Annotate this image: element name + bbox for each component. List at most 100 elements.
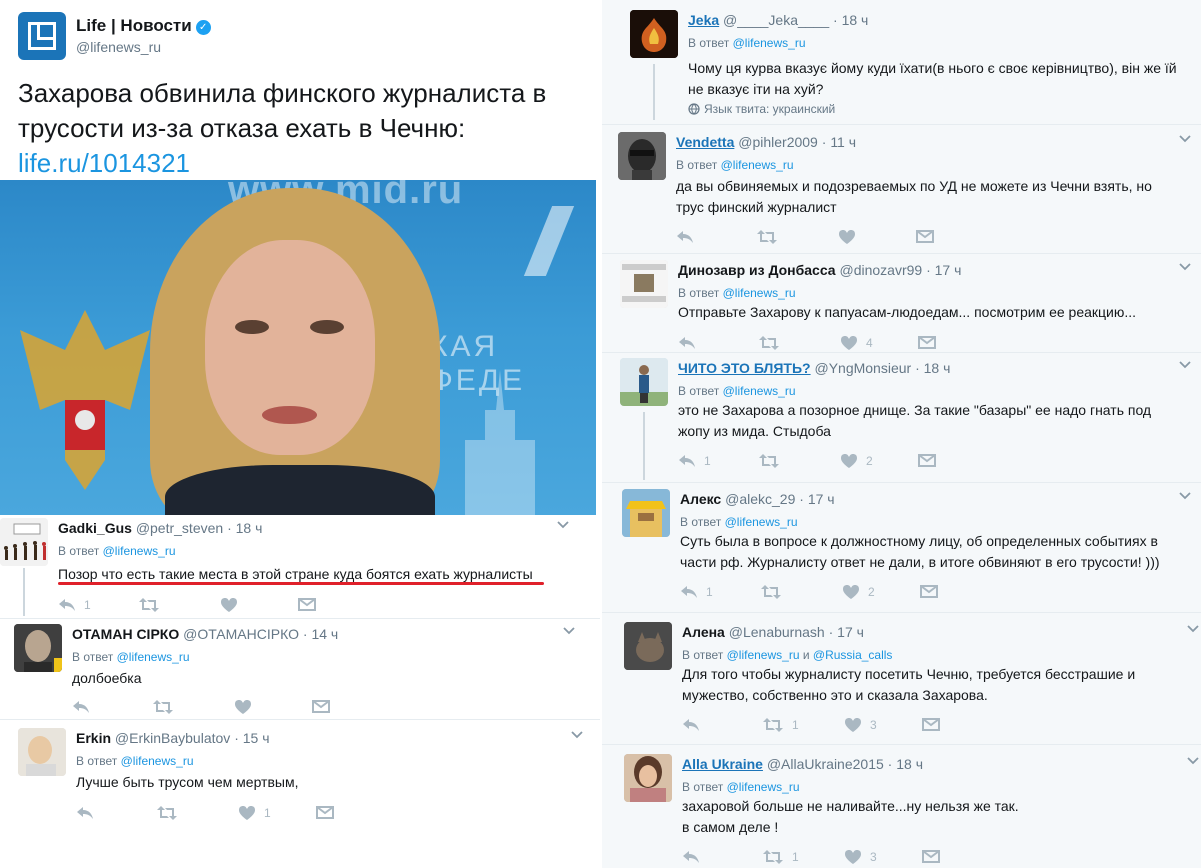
avatar[interactable]	[0, 518, 48, 566]
reply-tweet[interactable]: Динозавр из Донбасса @dinozavr99 · 17 ч …	[620, 260, 1192, 350]
chevron-down-icon[interactable]	[1186, 622, 1200, 636]
author-handle[interactable]: @ОТАМАНСІРКО	[183, 626, 299, 642]
tweet-time[interactable]: 17 ч	[808, 491, 835, 507]
reply-mention[interactable]: @lifenews_ru	[723, 286, 796, 300]
message-button[interactable]	[922, 846, 940, 866]
tweet-time[interactable]: 18 ч	[842, 12, 869, 28]
tweet-time[interactable]: 11 ч	[830, 134, 856, 150]
message-button[interactable]	[312, 696, 330, 716]
author-name[interactable]: ОТАМАН СІРКО	[72, 626, 179, 642]
main-author-handle[interactable]: @lifenews_ru	[76, 39, 161, 55]
retweet-button[interactable]: 1	[762, 846, 799, 866]
like-button[interactable]: 4	[840, 332, 873, 352]
reply-tweet[interactable]: Alla Ukraine @AllaUkraine2015 · 18 ч В о…	[624, 754, 1199, 866]
reply-tweet[interactable]: ОТАМАН СІРКО @ОТАМАНСІРКО · 14 ч В ответ…	[14, 624, 590, 716]
retweet-button[interactable]	[758, 332, 788, 352]
message-button[interactable]	[916, 226, 934, 246]
reply-tweet[interactable]: Erkin @ErkinBaybulatov · 15 ч В ответ @l…	[18, 728, 590, 828]
chevron-down-icon[interactable]	[1178, 132, 1192, 146]
message-button[interactable]	[316, 802, 334, 822]
author-handle[interactable]: @petr_steven	[136, 520, 223, 536]
author-handle[interactable]: @YngMonsieur	[814, 360, 911, 376]
author-handle[interactable]: @Lenaburnash	[729, 624, 825, 640]
like-button[interactable]	[838, 226, 864, 246]
author-name[interactable]: Jeka	[688, 12, 719, 28]
message-button[interactable]	[922, 714, 940, 734]
life-logo-avatar[interactable]	[18, 12, 66, 60]
retweet-button[interactable]	[138, 594, 168, 614]
avatar[interactable]	[624, 622, 672, 670]
author-name[interactable]: Gadki_Gus	[58, 520, 132, 536]
tweet-time[interactable]: 18 ч	[896, 756, 923, 772]
like-button[interactable]: 1	[238, 802, 271, 822]
chevron-down-icon[interactable]	[1186, 754, 1200, 768]
reply-button[interactable]: 1	[58, 594, 91, 614]
reply-tweet[interactable]: Jeka @____Jeka____ · 18 ч В ответ @lifen…	[630, 10, 1192, 125]
chevron-down-icon[interactable]	[570, 728, 584, 742]
main-tweet-link[interactable]: life.ru/1014321	[18, 148, 190, 178]
reply-mention[interactable]: @lifenews_ru	[721, 158, 794, 172]
author-name[interactable]: ЧИТО ЭТО БЛЯТЬ?	[678, 360, 811, 376]
tweet-time[interactable]: 15 ч	[243, 730, 270, 746]
reply-tweet[interactable]: Gadki_Gus @petr_steven · 18 ч В ответ @l…	[0, 518, 590, 618]
chevron-down-icon[interactable]	[556, 518, 570, 532]
author-name[interactable]: Алена	[682, 624, 725, 640]
reply-button[interactable]: 1	[680, 581, 713, 601]
avatar[interactable]	[624, 754, 672, 802]
chevron-down-icon[interactable]	[1178, 260, 1192, 274]
reply-mention[interactable]: @Russia_calls	[813, 648, 893, 662]
author-name[interactable]: Vendetta	[676, 134, 734, 150]
message-button[interactable]	[920, 581, 938, 601]
author-name[interactable]: Alla Ukraine	[682, 756, 763, 772]
reply-button[interactable]	[682, 714, 708, 734]
reply-button[interactable]	[72, 696, 98, 716]
author-name[interactable]: Erkin	[76, 730, 111, 746]
author-handle[interactable]: @____Jeka____	[723, 12, 829, 28]
reply-mention[interactable]: @lifenews_ru	[727, 780, 800, 794]
author-handle[interactable]: @pihler2009	[738, 134, 818, 150]
reply-tweet[interactable]: Алекс @alekc_29 · 17 ч В ответ @lifenews…	[622, 489, 1192, 607]
reply-tweet[interactable]: Алена @Lenaburnash · 17 ч В ответ @lifen…	[624, 622, 1199, 740]
avatar[interactable]	[622, 489, 670, 537]
author-handle[interactable]: @alekc_29	[725, 491, 795, 507]
reply-button[interactable]	[682, 846, 708, 866]
message-button[interactable]	[298, 594, 316, 614]
like-button[interactable]: 2	[840, 450, 873, 470]
avatar[interactable]	[620, 260, 668, 308]
avatar[interactable]	[18, 728, 66, 776]
retweet-button[interactable]	[760, 581, 790, 601]
main-author-name[interactable]: Life | Новости ✓	[76, 16, 211, 36]
reply-button[interactable]: 1	[678, 450, 711, 470]
tweet-time[interactable]: 17 ч	[837, 624, 864, 640]
tweet-language[interactable]: Язык твита: украинский	[688, 102, 835, 116]
avatar[interactable]	[620, 358, 668, 406]
reply-mention[interactable]: @lifenews_ru	[117, 650, 190, 664]
reply-mention[interactable]: @lifenews_ru	[121, 754, 194, 768]
like-button[interactable]: 2	[842, 581, 875, 601]
retweet-button[interactable]	[756, 226, 786, 246]
like-button[interactable]	[234, 696, 260, 716]
reply-mention[interactable]: @lifenews_ru	[733, 36, 806, 50]
message-button[interactable]	[918, 332, 936, 352]
like-button[interactable]	[220, 594, 246, 614]
tweet-time[interactable]: 17 ч	[935, 262, 962, 278]
reply-mention[interactable]: @lifenews_ru	[725, 515, 798, 529]
chevron-down-icon[interactable]	[1178, 489, 1192, 503]
retweet-button[interactable]	[156, 802, 186, 822]
avatar[interactable]	[618, 132, 666, 180]
reply-tweet[interactable]: Vendetta @pihler2009 · 11 ч В ответ @lif…	[618, 132, 1192, 252]
message-button[interactable]	[918, 450, 936, 470]
reply-button[interactable]	[76, 802, 102, 822]
like-button[interactable]: 3	[844, 846, 877, 866]
retweet-button[interactable]	[152, 696, 182, 716]
like-button[interactable]: 3	[844, 714, 877, 734]
reply-tweet[interactable]: ЧИТО ЭТО БЛЯТЬ? @YngMonsieur · 18 ч В от…	[620, 358, 1192, 473]
tweet-time[interactable]: 18 ч	[924, 360, 951, 376]
tweet-time[interactable]: 14 ч	[311, 626, 338, 642]
avatar[interactable]	[630, 10, 678, 58]
author-name[interactable]: Алекс	[680, 491, 721, 507]
reply-button[interactable]	[676, 226, 702, 246]
retweet-button[interactable]: 1	[762, 714, 799, 734]
author-handle[interactable]: @dinozavr99	[839, 262, 922, 278]
chevron-down-icon[interactable]	[562, 624, 576, 638]
